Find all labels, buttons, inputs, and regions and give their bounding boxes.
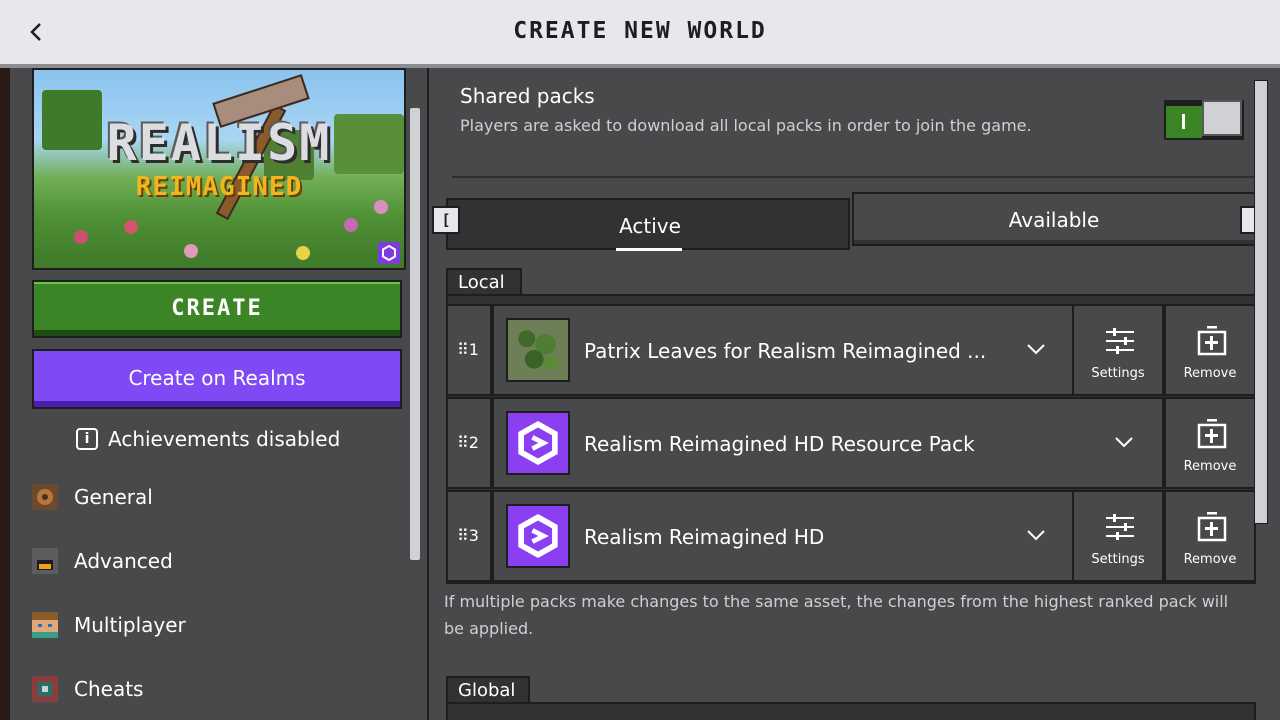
toggle-knob [1202, 100, 1242, 136]
command-block-icon [32, 676, 58, 702]
shared-packs-description: Players are asked to download all local … [460, 116, 1032, 135]
drag-handle[interactable]: ⠿3 [446, 490, 492, 582]
chevron-down-icon[interactable] [1114, 435, 1134, 449]
tab-active[interactable]: Active [446, 198, 850, 251]
chevron-down-icon[interactable] [1026, 342, 1046, 356]
realms-badge-icon [378, 242, 400, 264]
settings-label: Settings [1091, 552, 1145, 567]
settings-sliders-icon [1106, 514, 1134, 540]
right-scrollbar[interactable] [1254, 80, 1268, 524]
create-on-realms-button[interactable]: Create on Realms [32, 349, 402, 409]
left-scrollbar[interactable] [410, 108, 420, 560]
nav-item-label: Multiplayer [74, 613, 186, 637]
divider [452, 176, 1256, 178]
remove-label: Remove [1183, 366, 1237, 381]
nav-item-label: Cheats [74, 677, 144, 701]
nav-item-advanced[interactable]: Advanced [30, 543, 173, 579]
page-title: CREATE NEW WORLD [513, 18, 767, 44]
pack-remove-button[interactable]: Remove [1164, 304, 1256, 396]
pack-name: Realism Reimagined HD Resource Pack [584, 432, 975, 456]
chevron-down-icon[interactable] [1026, 528, 1046, 542]
info-icon: i [76, 428, 98, 450]
settings-sliders-icon [1106, 328, 1134, 354]
pack-row: ⠿2 Realism Reimagined HD Resource Pack R… [446, 397, 1256, 489]
left-bracket-key-hint: [ [432, 206, 460, 234]
pack-item-main[interactable]: Patrix Leaves for Realism Reimagined ... [492, 304, 1074, 396]
local-section-label: Local [446, 268, 522, 296]
toggle-on-indicator [1166, 106, 1202, 138]
pack-rank: ⠿2 [457, 433, 479, 452]
world-preview-image: REALISM REIMAGINED [32, 68, 406, 270]
shared-packs-title: Shared packs [460, 84, 595, 108]
nav-item-cheats[interactable]: Cheats [30, 671, 143, 707]
pack-rank: ⠿1 [457, 340, 479, 359]
tab-available-label: Available [1008, 208, 1100, 232]
player-head-icon [32, 612, 58, 638]
pack-remove-button[interactable]: Remove [1164, 397, 1256, 489]
global-pack-list [446, 702, 1256, 720]
remove-icon [1197, 419, 1227, 449]
tab-active-label: Active [619, 214, 681, 238]
tab-selected-underline [616, 248, 682, 251]
pack-priority-note: If multiple packs make changes to the sa… [444, 592, 1229, 638]
create-button[interactable]: CREATE [32, 280, 402, 338]
pack-row: ⠿3 Realism Reimagined HD Settings Remove [446, 490, 1256, 582]
realms-logo-icon [506, 504, 570, 568]
top-bar: CREATE NEW WORLD [0, 0, 1280, 64]
pack-remove-button[interactable]: Remove [1164, 490, 1256, 582]
furnace-icon [32, 548, 58, 574]
nav-item-general[interactable]: General [30, 479, 153, 515]
pack-row: ⠿1 Patrix Leaves for Realism Reimagined … [446, 304, 1256, 396]
world-logo-subtitle: REIMAGINED [135, 172, 303, 202]
shared-packs-toggle[interactable] [1164, 100, 1244, 140]
remove-label: Remove [1183, 459, 1237, 474]
gear-block-icon [32, 484, 58, 510]
leaves-icon [506, 318, 570, 382]
pack-name: Realism Reimagined HD [584, 525, 825, 549]
nav-item-label: Advanced [74, 549, 173, 573]
world-logo-title: REALISM [106, 114, 332, 172]
pack-item-main[interactable]: Realism Reimagined HD [492, 490, 1074, 582]
remove-icon [1197, 512, 1227, 542]
remove-icon [1197, 326, 1227, 356]
drag-handle[interactable]: ⠿1 [446, 304, 492, 396]
pack-settings-button[interactable]: Settings [1072, 304, 1164, 396]
drag-handle[interactable]: ⠿2 [446, 397, 492, 489]
pack-item-main[interactable]: Realism Reimagined HD Resource Pack [492, 397, 1164, 489]
settings-label: Settings [1091, 366, 1145, 381]
pack-rank: ⠿3 [457, 526, 479, 545]
tab-available[interactable]: Available [852, 192, 1256, 246]
pack-tabs: Active Available [446, 192, 1256, 252]
right-scrollbar-track [1266, 68, 1280, 720]
achievements-status: i Achievements disabled [76, 424, 340, 454]
pack-settings-button[interactable]: Settings [1072, 490, 1164, 582]
remove-label: Remove [1183, 552, 1237, 567]
achievements-text: Achievements disabled [108, 427, 341, 451]
nav-item-label: General [74, 485, 153, 509]
left-panel-edge [0, 68, 10, 720]
global-section-label: Global [446, 676, 530, 704]
pack-name: Patrix Leaves for Realism Reimagined ... [584, 339, 987, 363]
realms-logo-icon [506, 411, 570, 475]
nav-item-multiplayer[interactable]: Multiplayer [30, 607, 186, 643]
